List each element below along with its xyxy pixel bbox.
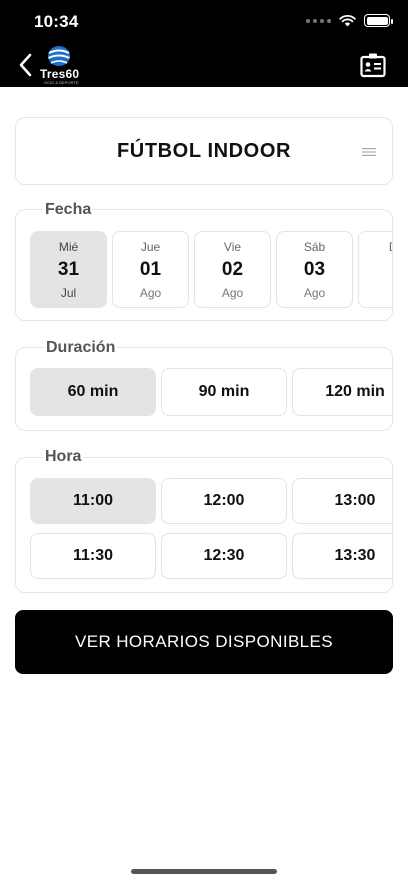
date-month: Ago (221, 285, 244, 300)
duration-option[interactable]: 90 min (161, 368, 287, 416)
battery-icon (364, 14, 393, 27)
top-bar: 10:34 Tres60 OCIO & DEPORTE (0, 0, 408, 87)
duration-option[interactable]: 60 min (30, 368, 156, 416)
date-month: Ago (139, 285, 162, 300)
ver-horarios-button[interactable]: VER HORARIOS DISPONIBLES (15, 610, 393, 674)
date-row: Mié 31 Jul Jue 01 Ago Vie 02 Ago Sáb 03 Ago Do 0A (30, 231, 393, 308)
duration-row: 60 min 90 min 120 min (30, 368, 392, 416)
date-weekday: Jue (140, 239, 161, 254)
duracion-label: Duración (44, 339, 118, 357)
time-option[interactable]: 12:30 (161, 533, 287, 579)
date-number: 0 (391, 259, 392, 281)
date-number: 02 (221, 258, 244, 280)
time-option[interactable]: 11:30 (30, 533, 156, 579)
home-indicator (131, 869, 277, 874)
back-button[interactable] (14, 52, 36, 78)
chevron-left-icon (19, 53, 32, 77)
logo-subtext: OCIO & DEPORTE (44, 80, 79, 85)
date-number: 31 (57, 258, 80, 280)
status-icons (306, 14, 393, 27)
sport-title: FÚTBOL INDOOR (116, 139, 292, 162)
date-number: 01 (139, 258, 162, 280)
date-weekday: Do (389, 240, 392, 254)
duration-option[interactable]: 120 min (292, 368, 392, 416)
date-month: Jul (60, 285, 77, 300)
date-month: Ago (303, 285, 326, 300)
profile-card-button[interactable] (360, 52, 386, 78)
id-card-icon (360, 53, 386, 78)
date-weekday: Vie (223, 239, 242, 254)
fecha-label: Fecha (43, 201, 94, 219)
status-time: 10:34 (34, 12, 79, 31)
date-tile[interactable]: Jue 01 Ago (112, 231, 189, 308)
time-option[interactable]: 13:30 (292, 533, 392, 579)
date-weekday: Mié (58, 239, 79, 254)
date-number: 03 (303, 258, 326, 280)
hora-label: Hora (43, 448, 84, 466)
date-tile[interactable]: Mié 31 Jul (30, 231, 107, 308)
wifi-icon (339, 14, 356, 27)
time-row: 11:00 12:00 13:00 (30, 478, 392, 524)
time-option[interactable]: 11:00 (30, 478, 156, 524)
hora-section: 11:00 12:00 13:00 11:30 12:30 13:30 (15, 457, 393, 593)
date-tile[interactable]: Vie 02 Ago (194, 231, 271, 308)
signal-icon (306, 18, 331, 23)
logo-text: Tres60 (40, 67, 80, 81)
date-tile[interactable]: Sáb 03 Ago (276, 231, 353, 308)
time-row: 11:30 12:30 13:30 (30, 533, 392, 579)
sport-title-card[interactable]: FÚTBOL INDOOR (15, 117, 393, 185)
time-option[interactable]: 13:00 (292, 478, 392, 524)
date-month: A (392, 286, 393, 300)
date-tile[interactable]: Do 0A (358, 231, 393, 308)
time-option[interactable]: 12:00 (161, 478, 287, 524)
fecha-section: Mié 31 Jul Jue 01 Ago Vie 02 Ago Sáb 03 Ago Do 0A (15, 209, 393, 321)
duracion-section: 60 min 90 min 120 min (15, 347, 393, 431)
date-weekday: Sáb (303, 239, 326, 254)
menu-lines-icon[interactable] (362, 147, 376, 157)
